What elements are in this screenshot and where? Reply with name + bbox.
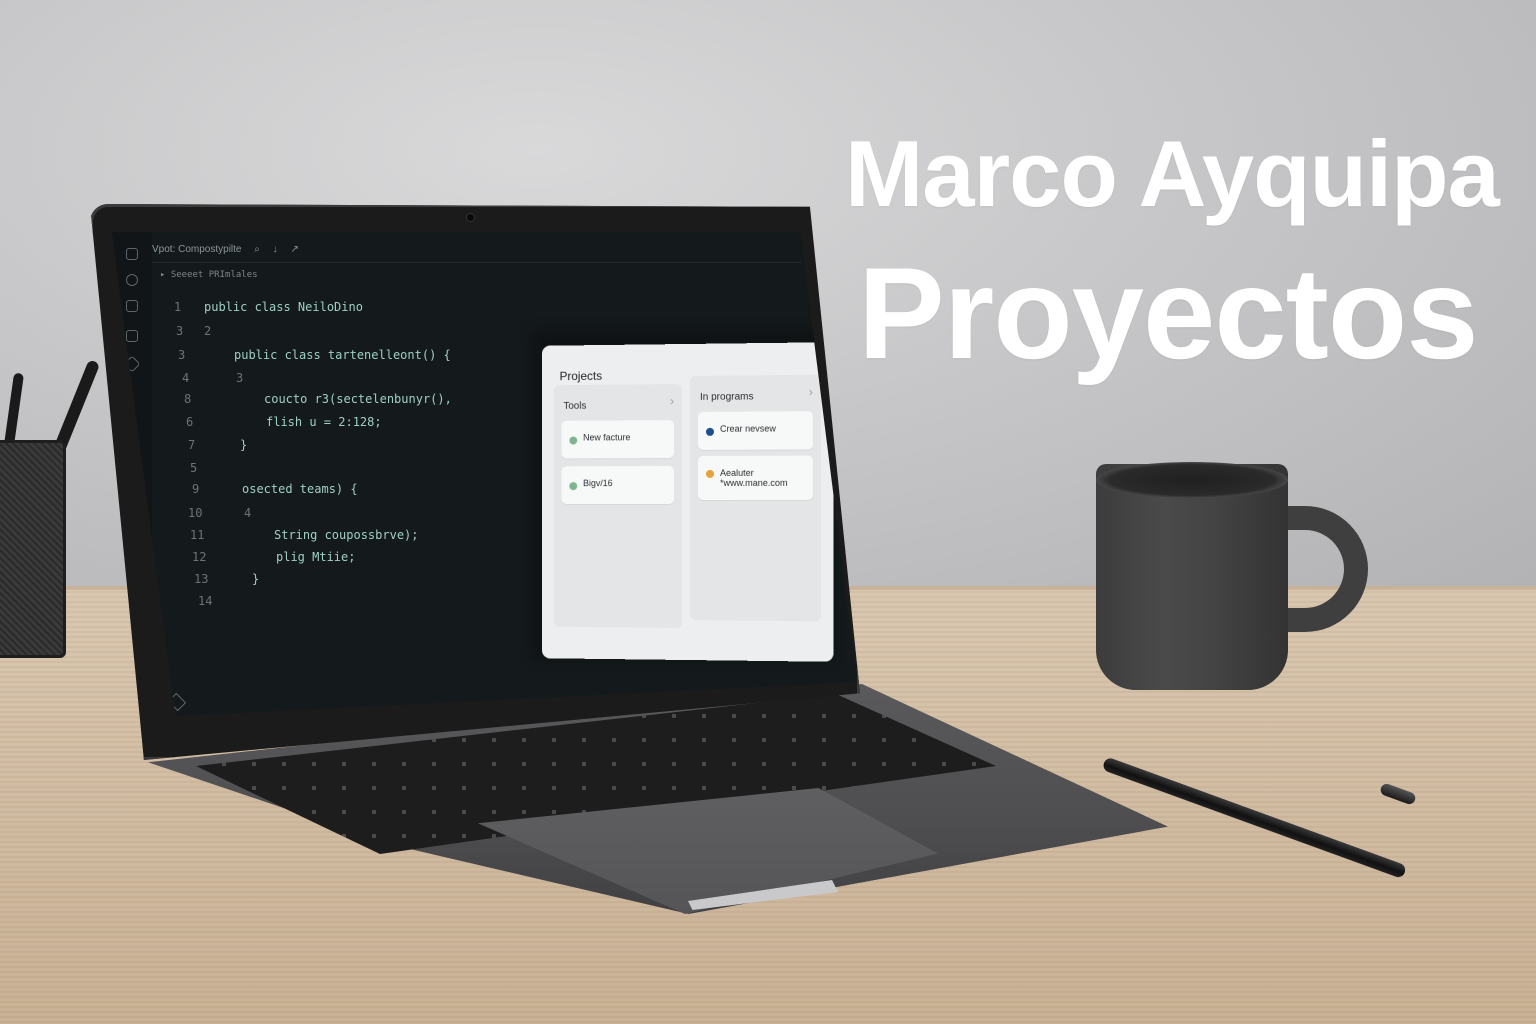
code-text: public class NeiloDino xyxy=(204,300,363,314)
code-line: 7} xyxy=(188,438,247,452)
card-title: Aealuter xyxy=(720,467,754,478)
search-icon[interactable]: ⌕ xyxy=(254,244,260,255)
code-text: } xyxy=(240,438,248,452)
line-number: 1 xyxy=(174,300,182,314)
breadcrumb[interactable]: ▸ Seeeet PRImlales xyxy=(160,270,258,280)
headline-projects: Proyectos xyxy=(858,240,1479,386)
source-control-icon[interactable] xyxy=(126,300,138,312)
project-card[interactable]: New facture xyxy=(561,420,675,459)
laptop-screen: Vpot: Compostypilte ⌕ ↓ ↗ ▸ Seeeet PRIml… xyxy=(112,232,857,716)
chevron-right-icon[interactable]: › xyxy=(670,394,674,408)
code-text: flish u = 2:128; xyxy=(266,415,382,429)
column-header[interactable]: In programs xyxy=(700,391,754,402)
code-text: String coupossbrve); xyxy=(274,528,419,542)
line-number: 3 xyxy=(178,348,186,362)
code-line: 9 osected teams) { xyxy=(192,482,358,496)
line-number: 12 xyxy=(192,550,207,564)
code-line: 32 xyxy=(176,324,211,338)
status-dot xyxy=(705,427,714,436)
status-dot xyxy=(569,482,578,491)
code-text: plig Mtiie; xyxy=(276,550,356,564)
code-text: 3 xyxy=(236,371,244,385)
line-number: 4 xyxy=(182,371,190,385)
project-column-tools: Tools › New facture Bigv/16 xyxy=(553,384,683,628)
line-number: 9 xyxy=(192,482,200,496)
line-number: 11 xyxy=(190,528,205,542)
status-dot xyxy=(705,469,714,478)
card-label: Bigv/16 xyxy=(583,478,613,489)
card-label: Crear nevsew xyxy=(720,423,776,434)
line-number: 7 xyxy=(188,438,196,452)
projects-panel: Projects Tools › New facture Bigv/16 In … xyxy=(541,342,834,662)
code-text: osected teams) { xyxy=(242,482,358,496)
project-card[interactable]: Aealuter *www.mane.com xyxy=(697,455,813,500)
code-line: 10 4 xyxy=(188,506,251,520)
code-line: 13} xyxy=(194,572,259,586)
code-text: } xyxy=(252,572,260,586)
title-divider xyxy=(152,262,802,263)
project-card[interactable]: Crear nevsew xyxy=(697,411,813,450)
project-card[interactable]: Bigv/16 xyxy=(561,466,675,504)
line-number: 6 xyxy=(186,415,194,429)
code-line: 5 xyxy=(190,461,197,475)
code-line: 1 public class NeiloDino xyxy=(174,300,363,314)
headline-name: Marco Ayquipa xyxy=(845,121,1500,226)
line-number: 13 xyxy=(194,572,209,586)
code-line: 14 xyxy=(198,594,212,608)
line-number: 5 xyxy=(190,461,198,475)
code-line: 3 public class tartenelleont() { xyxy=(178,348,451,362)
search-icon[interactable] xyxy=(126,274,138,286)
line-number: 10 xyxy=(188,506,203,520)
code-line: 12 plig Mtiie; xyxy=(192,550,355,564)
download-icon[interactable]: ↓ xyxy=(273,244,278,255)
code-line: 8 coucto r3(sectelenbunyr(), xyxy=(184,392,452,406)
card-label: New facture xyxy=(583,432,631,443)
line-number: 3 xyxy=(176,324,184,338)
code-line: 11 String coupossbrve); xyxy=(190,528,419,542)
card-subtitle: *www.mane.com xyxy=(720,477,788,488)
card-label: Aealuter *www.mane.com xyxy=(720,468,788,488)
code-text: 4 xyxy=(244,506,252,520)
projects-title: Projects xyxy=(559,368,603,384)
webcam xyxy=(467,214,474,221)
editor-title-bar: Vpot: Compostypilte ⌕ ↓ ↗ xyxy=(152,244,802,262)
status-dot xyxy=(569,436,578,445)
debug-icon[interactable] xyxy=(126,330,138,342)
editor-file-title[interactable]: Vpot: Compostypilte xyxy=(152,244,242,255)
line-number: 8 xyxy=(184,392,192,406)
code-text: coucto r3(sectelenbunyr(), xyxy=(264,392,452,406)
files-icon[interactable] xyxy=(126,248,138,260)
project-column-in-programs: In programs › Crear nevsew Aealuter *www… xyxy=(689,374,822,622)
code-text: public class tartenelleont() { xyxy=(234,348,451,362)
column-header[interactable]: Tools xyxy=(563,401,586,412)
code-line: 6 flish u = 2:128; xyxy=(186,415,382,429)
code-line: 43 xyxy=(182,371,243,385)
chevron-right-icon[interactable]: › xyxy=(809,385,813,399)
share-icon[interactable]: ↗ xyxy=(290,244,298,255)
line-number: 14 xyxy=(198,594,213,608)
code-text: 2 xyxy=(204,324,212,338)
